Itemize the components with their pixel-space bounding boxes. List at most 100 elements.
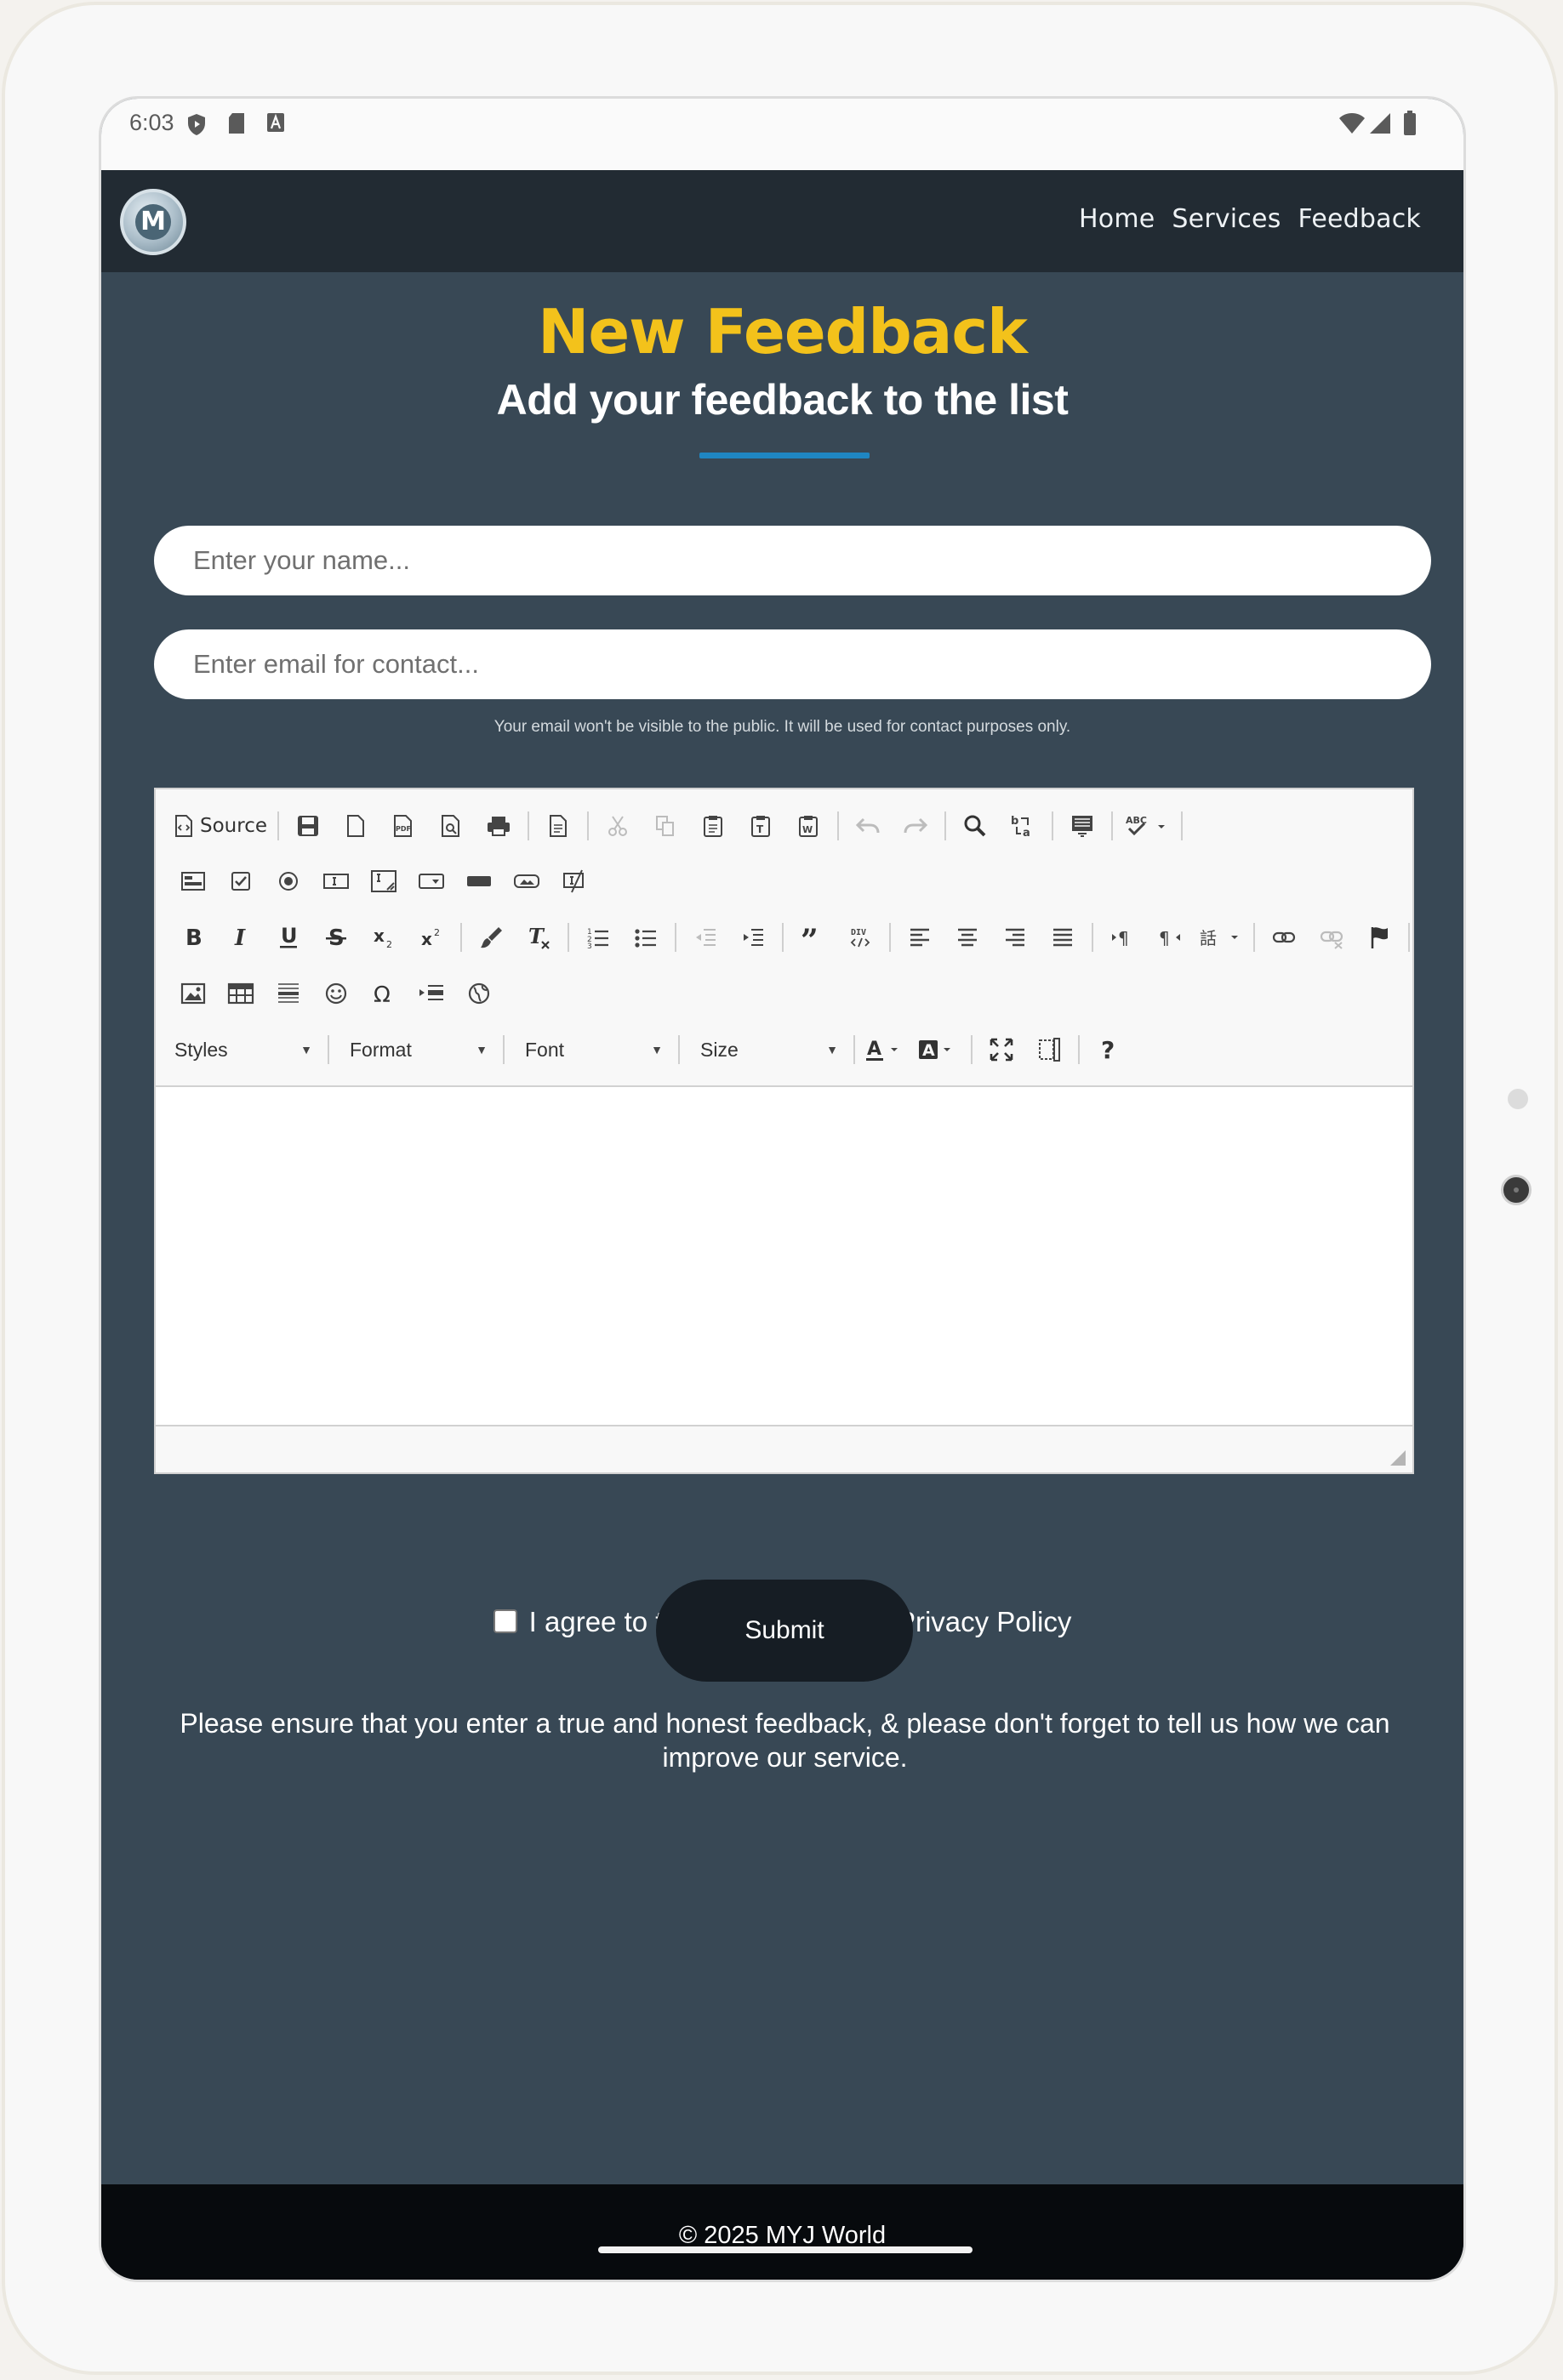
copy-formatting-button[interactable] — [472, 920, 510, 954]
text-ltr-button[interactable]: ¶ — [1104, 920, 1141, 954]
hidden-field-button[interactable] — [556, 864, 593, 898]
preview-button[interactable] — [432, 809, 470, 843]
maximize-button[interactable] — [983, 1033, 1020, 1067]
resize-handle[interactable] — [1390, 1450, 1406, 1466]
create-div-button[interactable]: DIV — [841, 920, 879, 954]
justify-button[interactable] — [1044, 920, 1081, 954]
horizontal-rule-button[interactable] — [270, 976, 307, 1011]
name-input[interactable] — [154, 526, 1431, 595]
align-right-button[interactable] — [996, 920, 1034, 954]
terms-checkbox[interactable] — [493, 1609, 517, 1633]
nav-link-feedback[interactable]: Feedback — [1298, 204, 1421, 234]
smiley-button[interactable] — [317, 976, 355, 1011]
save-button[interactable] — [289, 809, 327, 843]
text-color-button[interactable]: A — [865, 1033, 908, 1067]
size-dropdown[interactable]: Size ▼ — [690, 1033, 841, 1067]
text-rtl-button[interactable]: ¶ — [1151, 920, 1189, 954]
show-blocks-button[interactable] — [1030, 1033, 1068, 1067]
nav-link-services[interactable]: Services — [1172, 204, 1281, 234]
image-button-button[interactable] — [508, 864, 545, 898]
site-logo[interactable]: M — [120, 189, 186, 255]
cut-icon — [608, 816, 627, 836]
subscript-button[interactable]: x2 — [365, 920, 402, 954]
select-field-button[interactable] — [413, 864, 450, 898]
italic-button[interactable]: I — [222, 920, 260, 954]
select-all-button[interactable] — [1064, 809, 1101, 843]
background-color-icon: A — [919, 1040, 950, 1060]
paste-button[interactable] — [694, 809, 732, 843]
find-button[interactable] — [956, 809, 994, 843]
cut-button[interactable] — [599, 809, 636, 843]
toolbar-separator — [1111, 811, 1113, 840]
form-button-button[interactable] — [460, 864, 498, 898]
image-button[interactable] — [174, 976, 212, 1011]
sd-card-icon — [229, 113, 244, 134]
copy-button[interactable] — [647, 809, 684, 843]
form-button[interactable] — [174, 864, 212, 898]
editor-content-area[interactable] — [156, 1085, 1412, 1426]
svg-text:?: ? — [1101, 1037, 1115, 1062]
bold-icon: B — [185, 925, 203, 949]
form-icon — [181, 872, 205, 891]
underline-button[interactable]: U — [270, 920, 307, 954]
styles-dropdown[interactable]: Styles ▼ — [164, 1033, 316, 1067]
language-button[interactable]: 話 — [1199, 920, 1243, 954]
toolbar-separator — [971, 1035, 973, 1064]
anchor-button[interactable] — [1360, 920, 1398, 954]
paste-word-button[interactable]: W — [790, 809, 827, 843]
select-field-icon — [419, 874, 444, 889]
new-page-button[interactable] — [337, 809, 374, 843]
iframe-button[interactable] — [460, 976, 498, 1011]
source-button[interactable]: Source — [174, 809, 267, 843]
redo-button[interactable] — [897, 809, 934, 843]
superscript-button[interactable]: x2 — [413, 920, 450, 954]
paste-text-button[interactable]: T — [742, 809, 779, 843]
replace-button[interactable]: ba — [1004, 809, 1041, 843]
text-field-icon — [323, 874, 349, 889]
nav-link-home[interactable]: Home — [1079, 204, 1155, 234]
svg-text:話: 話 — [1200, 928, 1217, 948]
remove-format-button[interactable]: T — [520, 920, 557, 954]
svg-text:T: T — [756, 823, 764, 835]
textarea-button[interactable] — [365, 864, 402, 898]
blockquote-button[interactable]: ” — [794, 920, 831, 954]
link-button[interactable] — [1265, 920, 1303, 954]
bold-button[interactable]: B — [174, 920, 212, 954]
email-privacy-note: Your email won't be visible to the publi… — [493, 718, 1071, 736]
print-icon — [488, 817, 510, 836]
rich-text-editor: Source PDF T W b a ABC B I U x 2 x 2 T 1… — [154, 788, 1414, 1474]
text-field-button[interactable] — [317, 864, 355, 898]
export-pdf-button[interactable]: PDF — [385, 809, 422, 843]
background-color-button[interactable]: A — [918, 1033, 961, 1067]
checkbox-button[interactable] — [222, 864, 260, 898]
svg-text:A: A — [867, 1039, 881, 1060]
spellcheck-button[interactable]: ABC — [1123, 809, 1171, 843]
format-dropdown[interactable]: Format ▼ — [339, 1033, 491, 1067]
bulleted-list-button[interactable] — [627, 920, 665, 954]
font-dropdown[interactable]: Font ▼ — [515, 1033, 666, 1067]
help-button[interactable]: ? — [1090, 1033, 1127, 1067]
templates-button[interactable] — [539, 809, 577, 843]
submit-button[interactable]: Submit — [656, 1580, 913, 1682]
toolbar-separator — [587, 811, 589, 840]
email-input[interactable] — [154, 629, 1431, 699]
print-button[interactable] — [480, 809, 517, 843]
gesture-home-bar[interactable] — [598, 2246, 973, 2253]
table-button[interactable] — [222, 976, 260, 1011]
numbered-list-button[interactable]: 123 — [579, 920, 617, 954]
undo-button[interactable] — [849, 809, 887, 843]
outdent-button[interactable] — [687, 920, 724, 954]
indent-button[interactable] — [734, 920, 772, 954]
textarea-icon — [371, 870, 396, 892]
radio-icon — [279, 872, 298, 891]
special-char-button[interactable]: Ω — [365, 976, 402, 1011]
align-left-button[interactable] — [901, 920, 938, 954]
strikethrough-button[interactable]: S — [317, 920, 355, 954]
radio-button[interactable] — [270, 864, 307, 898]
align-center-button[interactable] — [949, 920, 986, 954]
page-break-button[interactable] — [413, 976, 450, 1011]
svg-text:A: A — [922, 1041, 935, 1060]
unlink-button[interactable] — [1313, 920, 1350, 954]
outdent-icon — [696, 929, 716, 946]
svg-text:B: B — [185, 925, 203, 949]
